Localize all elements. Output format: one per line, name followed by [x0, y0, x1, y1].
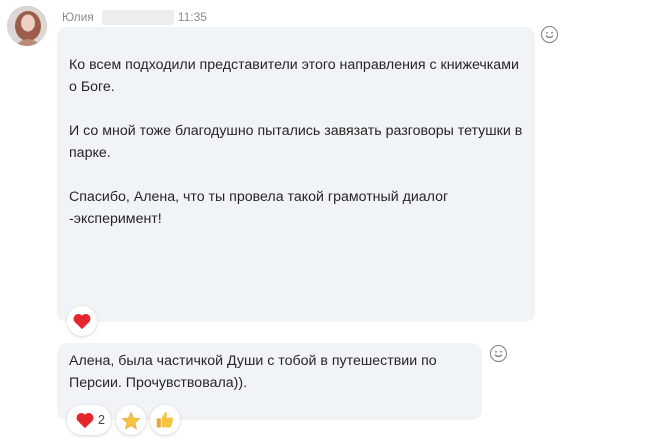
message-paragraph: Спасибо, Алена, что ты провела такой гра…: [69, 189, 449, 227]
heart-icon: [76, 412, 94, 429]
reaction-count: 2: [98, 413, 105, 427]
redacted-field: [101, 9, 174, 25]
message-paragraph: И со мной тоже благодушно пытались завяз…: [69, 123, 523, 161]
message-paragraph: Ко всем подходили представители этого на…: [69, 57, 519, 95]
star-icon: [121, 410, 141, 429]
user-avatar-photo: [7, 6, 47, 46]
message-time: 11:35: [177, 10, 207, 24]
reaction-heart[interactable]: 2: [67, 405, 111, 435]
message-text: Алена, была частичкой Души с тобой в пут…: [69, 353, 437, 391]
heart-icon: [73, 313, 91, 330]
message-bubble[interactable]: Ко всем подходили представители этого на…: [57, 27, 535, 322]
reaction-star[interactable]: [116, 405, 146, 435]
reaction-thumbs-up[interactable]: [150, 405, 180, 435]
sender-avatar[interactable]: [7, 6, 47, 46]
add-reaction-smile-icon[interactable]: [490, 345, 507, 362]
sender-name[interactable]: Юлия: [62, 10, 94, 24]
add-reaction-smile-icon[interactable]: [541, 26, 558, 43]
message-header: Юлия 11:35: [62, 9, 207, 25]
thumbs-up-icon: [156, 412, 173, 428]
reaction-heart[interactable]: [67, 306, 97, 336]
